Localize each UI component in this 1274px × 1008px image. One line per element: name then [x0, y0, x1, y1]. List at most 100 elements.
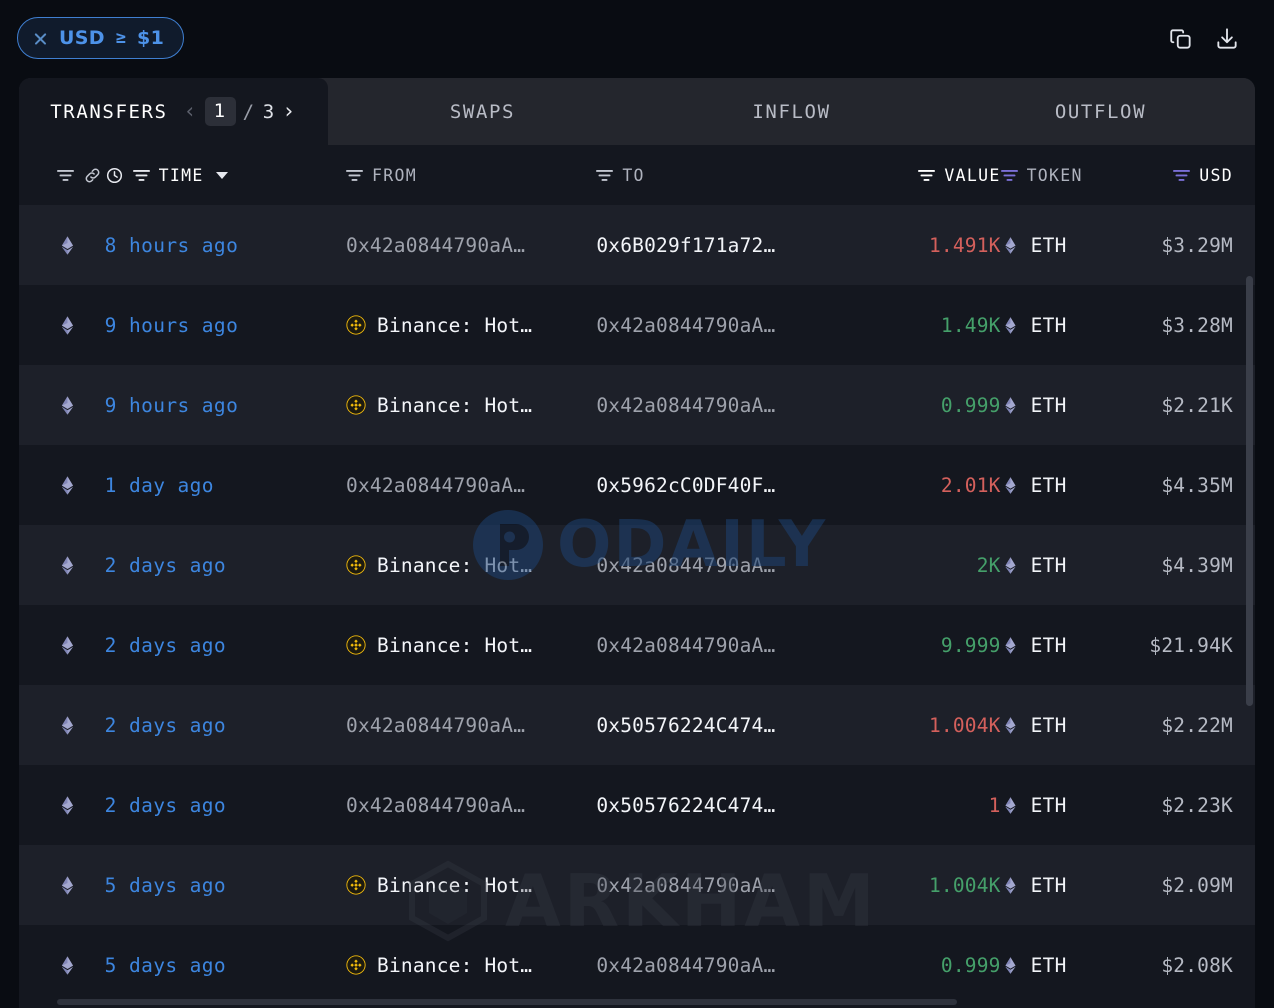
table-row[interactable]: 9 hours ago Binance: Hot… 0x42a0844790aA… 1… — [19, 285, 1255, 365]
vertical-scrollbar[interactable] — [1246, 276, 1253, 706]
tab-swaps[interactable]: SWAPS — [328, 78, 637, 145]
to-address[interactable]: 0x42a0844790aA… — [596, 634, 775, 657]
token-symbol: ETH — [1030, 313, 1067, 337]
tab-transfers[interactable]: TRANSFERS ‹ 1 / 3 › — [19, 78, 328, 145]
cell-time[interactable]: 9 hours ago — [105, 394, 346, 417]
cell-to[interactable]: 0x5962cC0DF40F… — [596, 474, 871, 497]
to-address[interactable]: 0x42a0844790aA… — [596, 954, 775, 977]
cell-token[interactable]: ETH — [1001, 634, 1120, 657]
column-header-time[interactable]: TIME — [105, 166, 346, 185]
cell-value: 1.49K — [871, 314, 1001, 337]
table-row[interactable]: 2 days ago 0x42a0844790aA… 0x50576224C474…… — [19, 765, 1255, 845]
tab-inflow[interactable]: INFLOW — [637, 78, 946, 145]
column-header-from[interactable]: FROM — [346, 166, 596, 185]
cell-token[interactable]: ETH — [1001, 794, 1120, 817]
from-address[interactable]: 0x42a0844790aA… — [346, 794, 525, 817]
token-symbol: ETH — [1030, 633, 1067, 657]
cell-to[interactable]: 0x42a0844790aA… — [596, 314, 871, 337]
cell-chain — [57, 475, 105, 496]
link-icon[interactable] — [83, 166, 102, 185]
cell-token[interactable]: ETH — [1001, 474, 1120, 497]
to-address[interactable]: 0x5962cC0DF40F… — [596, 474, 775, 497]
cell-to[interactable]: 0x6B029f171a72… — [596, 234, 871, 257]
cell-time[interactable]: 8 hours ago — [105, 234, 346, 257]
cell-to[interactable]: 0x42a0844790aA… — [596, 554, 871, 577]
cell-token[interactable]: ETH — [1001, 874, 1120, 897]
filter-icon[interactable] — [57, 169, 74, 182]
cell-token[interactable]: ETH — [1001, 234, 1120, 257]
to-address[interactable]: 0x42a0844790aA… — [596, 874, 775, 897]
sort-desc-icon[interactable] — [215, 171, 228, 179]
cell-token[interactable]: ETH — [1001, 394, 1120, 417]
to-address[interactable]: 0x42a0844790aA… — [596, 314, 775, 337]
table-row[interactable]: 5 days ago Binance: Hot… 0x42a0844790aA… 0.… — [19, 925, 1255, 1005]
close-icon[interactable] — [33, 31, 48, 46]
cell-time[interactable]: 1 day ago — [105, 474, 346, 497]
table-row[interactable]: 2 days ago Binance: Hot… 0x42a0844790aA… 2K… — [19, 525, 1255, 605]
chevron-right-icon[interactable]: › — [283, 101, 297, 122]
cell-from[interactable]: 0x42a0844790aA… — [346, 234, 596, 257]
cell-from[interactable]: Binance: Hot… — [346, 634, 596, 657]
page-current[interactable]: 1 — [204, 97, 236, 126]
table-row[interactable]: 5 days ago Binance: Hot… 0x42a0844790aA… 1.… — [19, 845, 1255, 925]
cell-to[interactable]: 0x42a0844790aA… — [596, 874, 871, 897]
download-icon[interactable] — [1214, 26, 1240, 52]
cell-token[interactable]: ETH — [1001, 714, 1120, 737]
cell-from[interactable]: 0x42a0844790aA… — [346, 794, 596, 817]
cell-to[interactable]: 0x42a0844790aA… — [596, 394, 871, 417]
cell-token[interactable]: ETH — [1001, 954, 1120, 977]
from-address[interactable]: 0x42a0844790aA… — [346, 714, 525, 737]
column-header-usd[interactable]: USD — [1120, 166, 1233, 185]
cell-time[interactable]: 2 days ago — [105, 634, 346, 657]
cell-to[interactable]: 0x50576224C474… — [596, 714, 871, 737]
cell-time[interactable]: 5 days ago — [105, 954, 346, 977]
to-address[interactable]: 0x50576224C474… — [596, 794, 775, 817]
cell-token[interactable]: ETH — [1001, 314, 1120, 337]
column-header-token[interactable]: TOKEN — [1000, 166, 1120, 185]
value-amount: 9.999 — [940, 633, 1001, 657]
to-address[interactable]: 0x6B029f171a72… — [596, 234, 775, 257]
tab-outflow[interactable]: OUTFLOW — [946, 78, 1255, 145]
filter-icon[interactable] — [346, 169, 364, 182]
column-header-to[interactable]: TO — [596, 166, 871, 185]
chevron-left-icon[interactable]: ‹ — [184, 101, 198, 122]
cell-from[interactable]: Binance: Hot… — [346, 554, 596, 577]
column-header-chain[interactable] — [57, 166, 105, 185]
filter-icon[interactable] — [918, 169, 936, 182]
horizontal-scrollbar[interactable] — [57, 999, 957, 1005]
cell-from[interactable]: Binance: Hot… — [346, 954, 596, 977]
from-address[interactable]: 0x42a0844790aA… — [346, 234, 525, 257]
cell-time[interactable]: 2 days ago — [105, 554, 346, 577]
filter-icon[interactable] — [1173, 169, 1191, 182]
column-header-value[interactable]: VALUE — [871, 166, 1000, 185]
cell-from[interactable]: Binance: Hot… — [346, 394, 596, 417]
filter-chip-usd[interactable]: USD ≥ $1 — [17, 17, 185, 59]
cell-from[interactable]: Binance: Hot… — [346, 874, 596, 897]
to-address[interactable]: 0x42a0844790aA… — [596, 554, 775, 577]
filter-icon[interactable] — [596, 169, 614, 182]
clock-icon[interactable] — [105, 166, 124, 185]
cell-to[interactable]: 0x42a0844790aA… — [596, 634, 871, 657]
filter-icon[interactable] — [1000, 169, 1018, 182]
page-separator: / — [242, 100, 256, 123]
cell-time[interactable]: 9 hours ago — [105, 314, 346, 337]
cell-time[interactable]: 2 days ago — [105, 714, 346, 737]
to-address[interactable]: 0x42a0844790aA… — [596, 394, 775, 417]
cell-from[interactable]: 0x42a0844790aA… — [346, 474, 596, 497]
to-address[interactable]: 0x50576224C474… — [596, 714, 775, 737]
cell-time[interactable]: 2 days ago — [105, 794, 346, 817]
cell-from[interactable]: 0x42a0844790aA… — [346, 714, 596, 737]
cell-to[interactable]: 0x42a0844790aA… — [596, 954, 871, 977]
table-row[interactable]: 8 hours ago 0x42a0844790aA… 0x6B029f171a72… — [19, 205, 1255, 285]
cell-token[interactable]: ETH — [1001, 554, 1120, 577]
filter-icon[interactable] — [132, 169, 150, 182]
table-row[interactable]: 2 days ago Binance: Hot… 0x42a0844790aA… 9.… — [19, 605, 1255, 685]
table-row[interactable]: 1 day ago 0x42a0844790aA… 0x5962cC0DF40F… 2… — [19, 445, 1255, 525]
cell-from[interactable]: Binance: Hot… — [346, 314, 596, 337]
cell-to[interactable]: 0x50576224C474… — [596, 794, 871, 817]
copy-icon[interactable] — [1168, 26, 1194, 52]
table-row[interactable]: 9 hours ago Binance: Hot… 0x42a0844790aA… 0… — [19, 365, 1255, 445]
cell-time[interactable]: 5 days ago — [105, 874, 346, 897]
table-row[interactable]: 2 days ago 0x42a0844790aA… 0x50576224C474…… — [19, 685, 1255, 765]
from-address[interactable]: 0x42a0844790aA… — [346, 474, 525, 497]
